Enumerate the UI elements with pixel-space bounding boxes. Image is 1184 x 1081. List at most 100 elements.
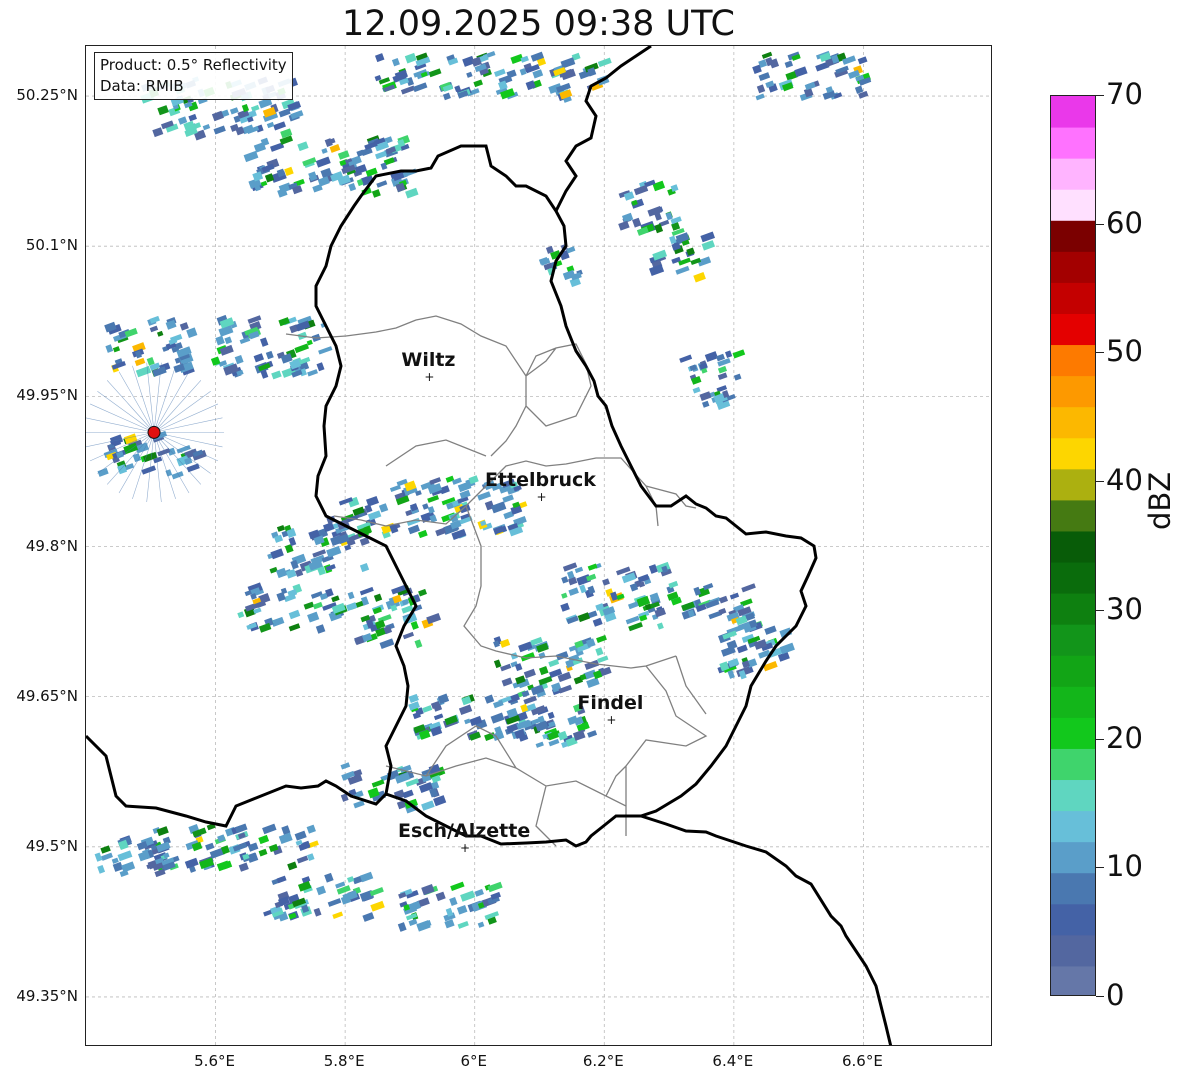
echo-cell bbox=[422, 705, 433, 713]
echo-cell bbox=[558, 684, 573, 694]
echo-cell bbox=[668, 580, 679, 589]
colorbar-tick-label: 0 bbox=[1106, 978, 1125, 1012]
data-source-label: Data: RMIB bbox=[100, 77, 184, 95]
echo-cell bbox=[732, 349, 746, 359]
echo-cell bbox=[266, 121, 275, 129]
echo-cell bbox=[135, 365, 152, 378]
echo-cell bbox=[241, 103, 250, 113]
echo-cell bbox=[560, 57, 576, 69]
echo-cell bbox=[369, 887, 384, 897]
radar-map[interactable] bbox=[85, 45, 992, 1046]
echo-cell bbox=[539, 666, 549, 676]
echo-cell bbox=[184, 857, 199, 869]
echo-cell bbox=[269, 566, 278, 574]
echo-cell bbox=[699, 391, 712, 402]
echo-cell bbox=[755, 93, 765, 101]
colorbar-segment bbox=[1051, 810, 1095, 843]
echo-cell bbox=[628, 621, 643, 632]
echo-cell bbox=[400, 85, 416, 95]
echo-cell bbox=[306, 824, 316, 834]
echo-cell bbox=[347, 876, 355, 883]
echo-cell bbox=[457, 481, 472, 493]
echo-cell bbox=[523, 668, 536, 679]
echo-cell bbox=[736, 644, 748, 654]
echo-cell bbox=[262, 823, 277, 835]
lon-tick-label: 6.6°E bbox=[842, 1052, 883, 1070]
radar-ray bbox=[153, 403, 219, 433]
colorbar-segment bbox=[1051, 282, 1095, 314]
city-label: Esch/Alzette bbox=[397, 819, 531, 842]
echo-cell bbox=[466, 71, 473, 78]
echo-cell bbox=[547, 711, 555, 720]
echo-cell bbox=[602, 578, 610, 586]
echo-cell bbox=[502, 494, 514, 503]
echo-cell bbox=[253, 353, 265, 363]
borders bbox=[86, 46, 893, 1045]
colorbar-segment bbox=[1051, 499, 1095, 532]
echo-cell bbox=[675, 265, 690, 275]
echo-cell bbox=[717, 365, 728, 374]
echo-cell bbox=[237, 611, 245, 619]
colorbar-segment bbox=[1051, 313, 1095, 346]
echo-cell bbox=[561, 576, 569, 584]
echo-cell bbox=[435, 527, 446, 537]
echo-cell bbox=[473, 79, 483, 88]
echo-cell bbox=[157, 105, 169, 116]
colorbar-segment bbox=[1051, 903, 1095, 936]
echo-cell bbox=[692, 386, 701, 394]
echo-cell bbox=[337, 150, 350, 160]
colorbar-segment bbox=[1051, 375, 1095, 408]
echo-cell bbox=[398, 892, 407, 899]
echo-cell bbox=[287, 589, 298, 598]
echo-cell bbox=[97, 864, 106, 874]
echo-cell bbox=[794, 66, 808, 78]
echo-cell bbox=[418, 529, 428, 539]
echo-cell bbox=[490, 712, 505, 724]
echo-cell bbox=[702, 400, 710, 408]
echo-cell bbox=[460, 890, 476, 902]
colorbar-tick bbox=[1096, 223, 1104, 225]
echo-cell bbox=[587, 730, 598, 738]
colorbar-segment bbox=[1051, 655, 1095, 687]
echo-cell bbox=[518, 641, 533, 653]
echo-cell bbox=[234, 354, 244, 365]
echo-cell bbox=[294, 343, 309, 354]
echo-cell bbox=[450, 881, 465, 891]
echo-cell bbox=[389, 484, 402, 493]
colorbar-segment bbox=[1051, 934, 1095, 967]
echo-cell bbox=[297, 141, 309, 152]
echo-cell bbox=[493, 659, 502, 669]
echo-cell bbox=[270, 548, 284, 560]
lon-tick-label: 6.2°E bbox=[582, 1052, 624, 1070]
country-borders bbox=[86, 46, 893, 1045]
echo-cell bbox=[733, 373, 742, 381]
echo-cell bbox=[450, 520, 462, 530]
colorbar-tick bbox=[1096, 867, 1104, 869]
colorbar-tick bbox=[1096, 738, 1104, 740]
echo-cell bbox=[318, 346, 333, 355]
echo-cell bbox=[373, 593, 383, 602]
echo-cell bbox=[347, 591, 355, 600]
colorbar-tick bbox=[1096, 996, 1104, 997]
echo-cell bbox=[362, 912, 375, 922]
echo-cell bbox=[405, 187, 419, 199]
echo-cell bbox=[294, 830, 307, 841]
echo-cell bbox=[457, 920, 469, 929]
echo-cell bbox=[316, 885, 327, 896]
echo-cell bbox=[548, 658, 560, 668]
echo-cell bbox=[418, 588, 427, 597]
colorbar-tick bbox=[1096, 609, 1104, 611]
echo-cell bbox=[618, 220, 630, 231]
echo-cell bbox=[312, 601, 323, 610]
echo-cell bbox=[205, 842, 215, 851]
echo-cell bbox=[464, 718, 471, 725]
echo-cell bbox=[397, 922, 407, 932]
echo-cell bbox=[717, 372, 728, 381]
echo-cell bbox=[693, 272, 706, 283]
echo-cell bbox=[456, 905, 468, 915]
echo-cell bbox=[229, 107, 239, 115]
echo-cell bbox=[121, 861, 136, 873]
echo-cell bbox=[758, 72, 771, 82]
city-marker: + bbox=[606, 712, 617, 727]
echo-cell bbox=[188, 113, 197, 122]
